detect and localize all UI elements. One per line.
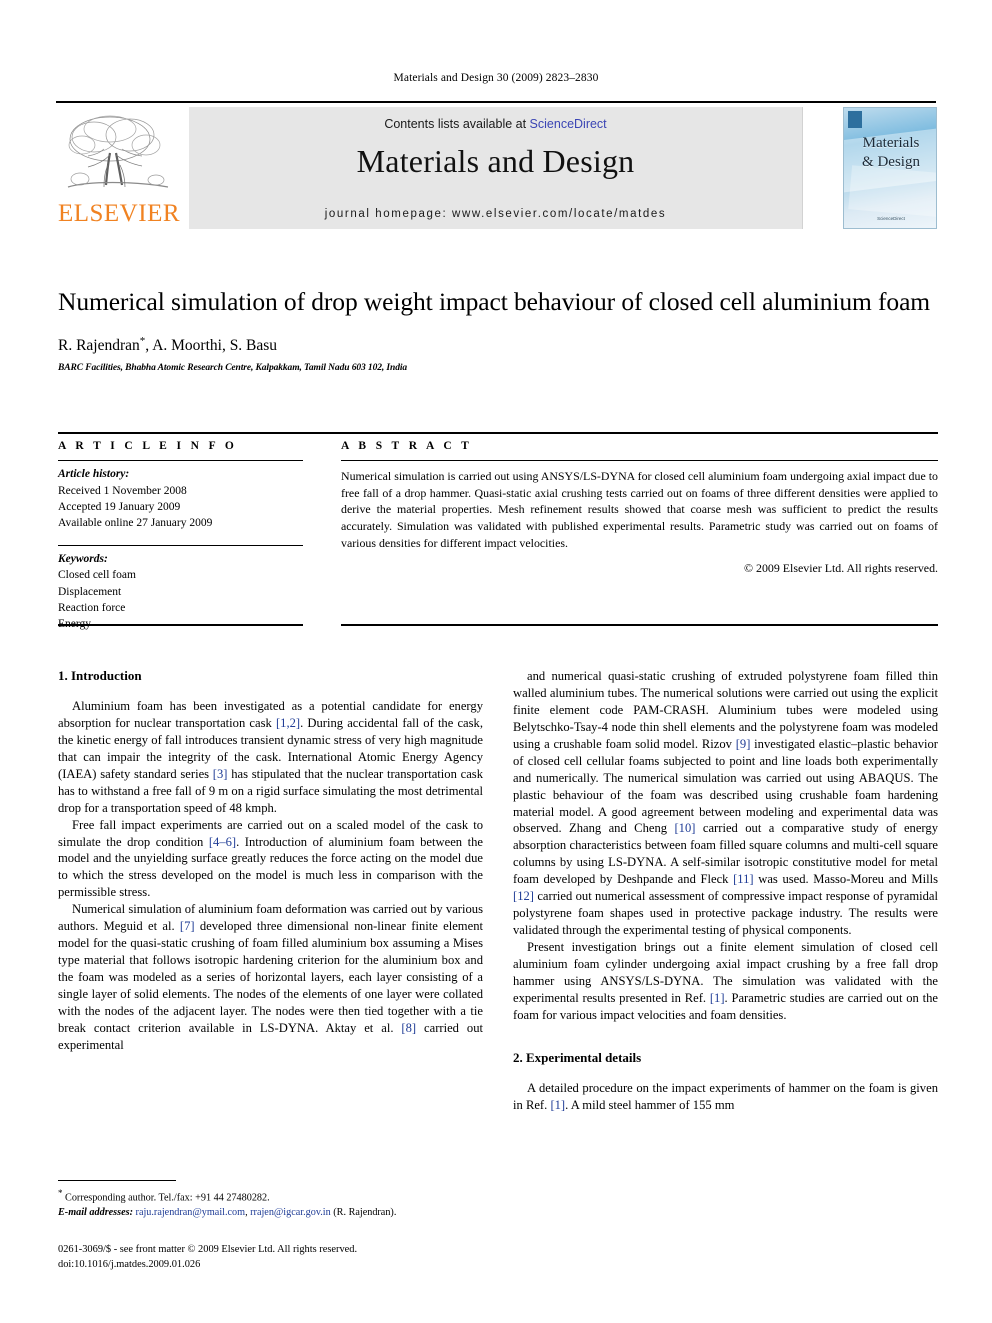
imprint-front-matter: 0261-3069/$ - see front matter © 2009 El… (58, 1244, 358, 1255)
email-label: E-mail addresses: (58, 1206, 133, 1218)
journal-masthead: ELSEVIER Contents lists available at Sci… (56, 101, 937, 235)
affiliation: BARC Facilities, Bhabha Atomic Research … (58, 362, 408, 373)
elsevier-logo: ELSEVIER (56, 107, 182, 235)
cover-footer-text: ScienceDirect (877, 216, 905, 222)
running-head: Materials and Design 30 (2009) 2823–2830 (393, 72, 599, 84)
info-block-bottom-rule-left (58, 624, 303, 626)
citation-reference[interactable]: [11] (733, 872, 754, 886)
body-column-right: and numerical quasi-static crushing of e… (513, 668, 938, 1114)
abstract-rule (341, 460, 938, 462)
citation-reference[interactable]: [3] (213, 767, 228, 781)
left-paragraph-container: Aluminium foam has been investigated as … (58, 698, 483, 1054)
citation-reference[interactable]: [10] (674, 821, 695, 835)
body-text-run: . A mild steel hammer of 155 mm (565, 1097, 735, 1112)
body-paragraph: Numerical simulation of aluminium foam d… (58, 901, 483, 1053)
footnote-corresponding-text: Corresponding author. Tel./fax: +91 44 2… (65, 1192, 270, 1204)
elsevier-wordmark: ELSEVIER (57, 200, 181, 227)
contents-available-line: Contents lists available at ScienceDirec… (189, 117, 802, 131)
citation-reference[interactable]: [4–6] (209, 835, 236, 849)
citation-reference[interactable]: [8] (401, 1021, 416, 1035)
article-history-group: Article history: Received 1 November 200… (58, 466, 303, 531)
history-item: Received 1 November 2008 (58, 484, 187, 497)
experimental-paragraph-container: A detailed procedure on the impact exper… (513, 1080, 938, 1114)
body-paragraph: A detailed procedure on the impact exper… (513, 1080, 938, 1114)
email-link-1[interactable]: raju.rajendran@ymail.com (136, 1207, 246, 1218)
cover-elsevier-mark-icon (848, 111, 862, 128)
section-heading-experimental: 2. Experimental details (513, 1049, 642, 1065)
contents-prefix: Contents lists available at (384, 117, 530, 131)
citation-reference[interactable]: [1,2] (276, 716, 300, 730)
keyword-item: Reaction force (58, 601, 126, 614)
paper-page: Materials and Design 30 (2009) 2823–2830 (0, 0, 992, 1323)
author-rest: , A. Moorthi, S. Basu (145, 336, 278, 354)
body-text-run: was used. Masso-Moreu and Mills (753, 872, 938, 887)
body-paragraph: and numerical quasi-static crushing of e… (513, 668, 938, 939)
keyword-item: Closed cell foam (58, 569, 136, 582)
cover-title: Materials & Design (844, 134, 936, 172)
journal-homepage-link[interactable]: journal homepage: www.elsevier.com/locat… (189, 208, 802, 220)
article-info-label: A R T I C L E I N F O (58, 440, 238, 452)
citation-reference[interactable]: [7] (180, 919, 195, 933)
info-block-top-rule (58, 432, 938, 434)
journal-cover-thumbnail: Materials & Design ScienceDirect (843, 107, 937, 229)
body-paragraph: Present investigation brings out a finit… (513, 939, 938, 1024)
history-item: Accepted 19 January 2009 (58, 500, 181, 513)
footnote-corresponding-author: * Corresponding author. Tel./fax: +91 44… (58, 1187, 483, 1205)
email-suffix: (R. Rajendran). (330, 1206, 397, 1218)
imprint-block: 0261-3069/$ - see front matter © 2009 El… (58, 1243, 558, 1272)
author-list: R. Rajendran*, A. Moorthi, S. Basu (58, 335, 938, 355)
footnote-block: * Corresponding author. Tel./fax: +91 44… (58, 1180, 483, 1220)
author-primary: R. Rajendran (58, 336, 140, 354)
title-block: Numerical simulation of drop weight impa… (58, 286, 938, 373)
abstract-column: A B S T R A C T Numerical simulation is … (341, 440, 938, 576)
abstract-copyright: © 2009 Elsevier Ltd. All rights reserved… (744, 561, 938, 576)
right-paragraph-container: and numerical quasi-static crushing of e… (513, 668, 938, 1024)
citation-reference[interactable]: [9] (736, 737, 751, 751)
info-block-bottom-rule-right (341, 624, 938, 626)
journal-banner: Contents lists available at ScienceDirec… (189, 107, 803, 229)
body-paragraph: Aluminium foam has been investigated as … (58, 698, 483, 817)
sciencedirect-link[interactable]: ScienceDirect (530, 117, 607, 131)
history-item: Available online 27 January 2009 (58, 517, 213, 530)
body-paragraph: Free fall impact experiments are carried… (58, 817, 483, 902)
footnote-star-icon: * (58, 1188, 63, 1199)
article-info-rule (58, 460, 303, 462)
keywords-rule (58, 544, 303, 546)
footnote-emails: E-mail addresses: raju.rajendran@ymail.c… (58, 1206, 483, 1220)
keyword-item: Displacement (58, 585, 122, 598)
citation-reference[interactable]: [1] (550, 1098, 565, 1112)
abstract-label: A B S T R A C T (341, 440, 473, 452)
article-history-title: Article history: (58, 468, 130, 481)
cover-title-line-1: Materials (862, 135, 920, 151)
elsevier-tree-icon (67, 115, 169, 188)
abstract-text: Numerical simulation is carried out usin… (341, 469, 938, 550)
imprint-doi: doi:10.1016/j.matdes.2009.01.026 (58, 1258, 201, 1270)
email-link-2[interactable]: rrajen@igcar.gov.in (250, 1207, 331, 1218)
cover-title-line-2: & Design (862, 153, 920, 170)
body-text-run: carried out numerical assessment of comp… (513, 889, 938, 938)
section-heading-introduction: 1. Introduction (58, 668, 142, 683)
cover-wash-shape-2 (848, 165, 936, 219)
keywords-group: Keywords: Closed cell foam Displacement … (58, 551, 303, 633)
keywords-title: Keywords: (58, 552, 108, 565)
body-column-left: 1. Introduction Aluminium foam has been … (58, 668, 483, 1054)
body-text-run: developed three dimensional non-linear f… (58, 919, 483, 1035)
journal-title: Materials and Design (356, 143, 635, 179)
page-title: Numerical simulation of drop weight impa… (58, 287, 931, 316)
citation-reference[interactable]: [1] (710, 991, 725, 1005)
citation-reference[interactable]: [12] (513, 889, 534, 903)
masthead-top-rule (56, 101, 936, 104)
article-info-column: A R T I C L E I N F O Article history: R… (58, 440, 303, 633)
footnote-rule (58, 1180, 176, 1182)
